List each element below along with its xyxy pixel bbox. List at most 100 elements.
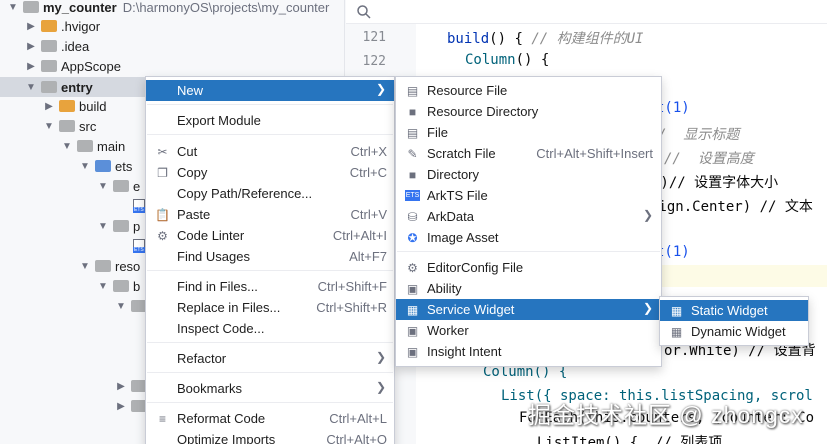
menu-item-arkdata[interactable]: ⛁ ArkData ❯ xyxy=(396,206,661,227)
insight-intent-icon: ▣ xyxy=(406,344,419,359)
menu-item-dynamic-widget[interactable]: ▦ Dynamic Widget xyxy=(660,321,808,342)
folder-icon xyxy=(113,280,129,292)
menu-item-label: Resource Directory xyxy=(427,104,539,119)
chevron-right-icon[interactable]: ▶ xyxy=(24,19,38,33)
folder-icon xyxy=(59,120,75,132)
menu-item-label: Export Module xyxy=(177,113,261,128)
menu-item-label: ArkData xyxy=(427,209,474,224)
menu-item-cut[interactable]: ✂ Cut Ctrl+X xyxy=(146,141,394,162)
menu-item-new[interactable]: New ❯ xyxy=(146,80,394,101)
menu-item-editorconfig-file[interactable]: ⚙ EditorConfig File xyxy=(396,257,661,278)
menu-item-shortcut: Ctrl+X xyxy=(350,144,387,159)
menu-separator xyxy=(147,402,393,403)
menu-item-code-linter[interactable]: ⚙ Code Linter Ctrl+Alt+I xyxy=(146,225,394,246)
menu-item-label: Worker xyxy=(427,323,469,338)
editor-search-bar[interactable] xyxy=(346,0,827,24)
chevron-right-icon[interactable]: ▶ xyxy=(42,99,56,113)
code-fragment: // 设置高度 xyxy=(664,151,754,167)
menu-item-resource-file[interactable]: ▤ Resource File xyxy=(396,80,661,101)
context-menu: New ❯ Export Module ✂ Cut Ctrl+X ❐ Copy … xyxy=(145,76,395,444)
tree-item-label: AppScope xyxy=(61,58,121,74)
service-widget-submenu: ▦ Static Widget ▦ Dynamic Widget xyxy=(659,296,809,346)
code-fragment: / 显示标题 xyxy=(658,127,740,143)
menu-item-label: Ability xyxy=(427,281,462,296)
menu-item-ability[interactable]: ▣ Ability xyxy=(396,278,661,299)
menu-item-label: Insight Intent xyxy=(427,344,502,359)
chevron-down-icon[interactable]: ▼ xyxy=(114,299,128,313)
menu-item-resource-directory[interactable]: ■ Resource Directory xyxy=(396,101,661,122)
tree-item-label: src xyxy=(79,118,97,134)
chevron-down-icon[interactable]: ▼ xyxy=(96,179,110,193)
widget-icon: ▦ xyxy=(406,302,419,317)
menu-item-arkts-file[interactable]: ETS ArkTS File xyxy=(396,185,661,206)
line-number: 122 xyxy=(362,54,386,69)
tree-item-label: e xyxy=(133,178,141,194)
chevron-right-icon: ❯ xyxy=(375,380,386,394)
chevron-down-icon[interactable]: ▼ xyxy=(78,159,92,173)
menu-separator xyxy=(147,104,393,105)
menu-item-export-module[interactable]: Export Module xyxy=(146,110,394,131)
menu-item-image-asset[interactable]: ✪ Image Asset xyxy=(396,227,661,248)
file-icon: ▤ xyxy=(406,83,419,98)
chevron-right-icon[interactable]: ▶ xyxy=(114,399,128,413)
menu-item-label: Replace in Files... xyxy=(177,300,281,315)
menu-item-static-widget[interactable]: ▦ Static Widget xyxy=(660,300,808,321)
chevron-right-icon[interactable]: ▶ xyxy=(24,39,38,53)
menu-item-copy-path[interactable]: Copy Path/Reference... xyxy=(146,183,394,204)
reformat-icon: ≡ xyxy=(158,411,166,426)
settings-file-icon: ⚙ xyxy=(407,260,418,275)
chevron-right-icon[interactable]: ▶ xyxy=(114,379,128,393)
code-text: () { xyxy=(515,52,550,68)
tree-root[interactable]: ▼ my_counter D:\harmonyOS\projects\my_co… xyxy=(0,0,344,17)
chevron-down-icon[interactable]: ▼ xyxy=(24,80,38,94)
menu-item-reformat-code[interactable]: ≡ Reformat Code Ctrl+Alt+L xyxy=(146,408,394,429)
chevron-down-icon[interactable]: ▼ xyxy=(6,0,20,14)
menu-separator xyxy=(397,251,660,252)
menu-item-paste[interactable]: 📋 Paste Ctrl+V xyxy=(146,204,394,225)
folder-icon xyxy=(95,260,111,272)
search-icon[interactable] xyxy=(356,4,372,20)
tree-item-idea[interactable]: ▶ .idea xyxy=(0,36,344,56)
chevron-down-icon[interactable]: ▼ xyxy=(42,119,56,133)
chevron-right-icon[interactable]: ▶ xyxy=(24,59,38,73)
menu-item-inspect-code[interactable]: Inspect Code... xyxy=(146,318,394,339)
widget-icon: ▦ xyxy=(670,324,683,339)
folder-icon xyxy=(59,100,75,112)
menu-item-find-usages[interactable]: Find Usages Alt+F7 xyxy=(146,246,394,267)
chevron-down-icon[interactable]: ▼ xyxy=(96,279,110,293)
menu-item-label: Optimize Imports xyxy=(177,432,276,444)
project-name: my_counter xyxy=(43,0,117,15)
menu-item-replace-in-files[interactable]: Replace in Files... Ctrl+Shift+R xyxy=(146,297,394,318)
menu-item-refactor[interactable]: Refactor ❯ xyxy=(146,348,394,369)
menu-item-insight-intent[interactable]: ▣ Insight Intent xyxy=(396,341,661,362)
chevron-down-icon[interactable]: ▼ xyxy=(78,259,92,273)
tree-item-appscope[interactable]: ▶ AppScope xyxy=(0,56,344,76)
menu-item-label: Directory xyxy=(427,167,480,182)
file-icon: ▤ xyxy=(406,125,419,140)
tree-item-label: p xyxy=(133,218,141,234)
linter-icon: ⚙ xyxy=(157,228,168,243)
chevron-right-icon: ❯ xyxy=(642,301,653,315)
menu-item-service-widget[interactable]: ▦ Service Widget ❯ xyxy=(396,299,661,320)
menu-separator xyxy=(147,134,393,135)
menu-item-directory[interactable]: ■ Directory xyxy=(396,164,661,185)
menu-item-worker[interactable]: ▣ Worker xyxy=(396,320,661,341)
menu-item-find-in-files[interactable]: Find in Files... Ctrl+Shift+F xyxy=(146,276,394,297)
chevron-down-icon[interactable]: ▼ xyxy=(96,219,110,233)
menu-item-optimize-imports[interactable]: Optimize Imports Ctrl+Alt+O xyxy=(146,429,394,444)
menu-item-shortcut: Ctrl+Alt+O xyxy=(326,432,387,444)
new-submenu: ▤ Resource File ■ Resource Directory ▤ F… xyxy=(395,76,662,367)
menu-item-file[interactable]: ▤ File xyxy=(396,122,661,143)
menu-item-label: Refactor xyxy=(177,351,227,366)
menu-item-copy[interactable]: ❐ Copy Ctrl+C xyxy=(146,162,394,183)
menu-item-shortcut: Ctrl+Alt+Shift+Insert xyxy=(536,146,653,161)
menu-item-bookmarks[interactable]: Bookmarks ❯ xyxy=(146,378,394,399)
menu-item-label: Scratch File xyxy=(427,146,496,161)
menu-item-label: Reformat Code xyxy=(177,411,266,426)
widget-icon: ▦ xyxy=(670,303,683,318)
code-text: () { xyxy=(489,31,532,47)
tree-item-label: entry xyxy=(61,79,93,95)
chevron-down-icon[interactable]: ▼ xyxy=(60,139,74,153)
tree-item-hvigor[interactable]: ▶ .hvigor xyxy=(0,16,344,36)
menu-item-scratch-file[interactable]: ✎ Scratch File Ctrl+Alt+Shift+Insert xyxy=(396,143,661,164)
